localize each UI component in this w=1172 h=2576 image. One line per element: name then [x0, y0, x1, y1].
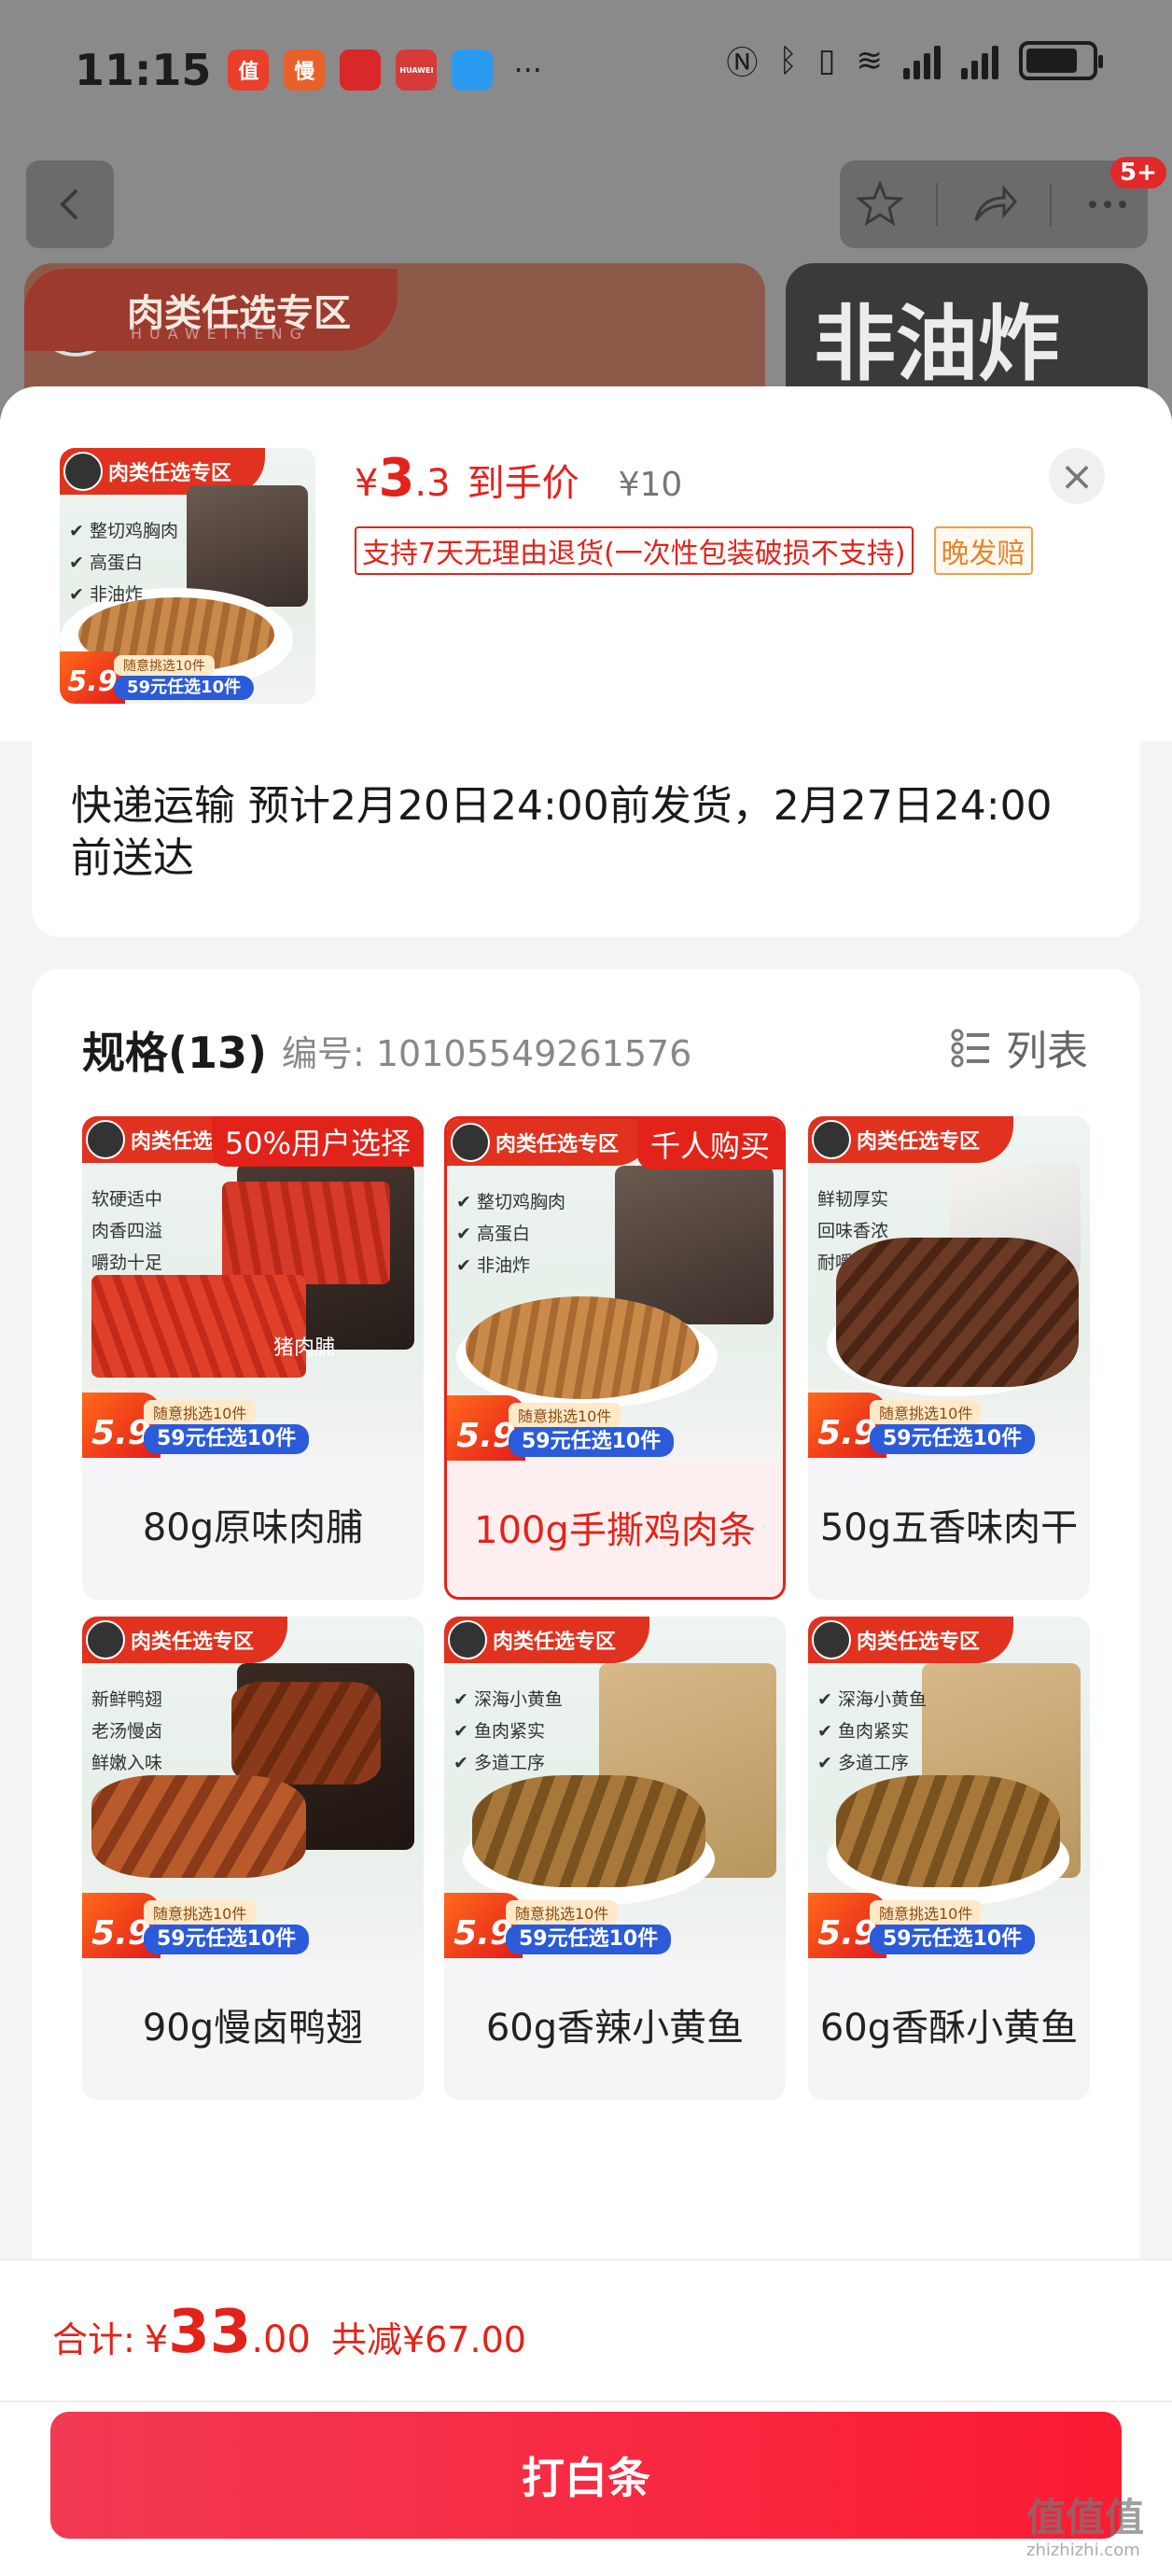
price-dec: .3 [414, 462, 451, 505]
signal-icon [903, 42, 941, 79]
status-bar: 11:15 值 慢 HUAWEI ··· Ⓝ ᛒ ▯ ≋ [0, 0, 1172, 140]
spec-item-tag: 千人购买 [636, 1119, 783, 1169]
spec-title: 规格(13) [82, 1028, 268, 1078]
baitiao-pay-button[interactable]: 打白条 [50, 2412, 1122, 2539]
status-icons: Ⓝ ᛒ ▯ ≋ [726, 37, 1103, 83]
notification-badge: 5+ [1110, 157, 1166, 189]
spec-item-name: 80g原味肉脯 [142, 1506, 364, 1549]
close-button[interactable]: × [1049, 448, 1105, 504]
late-delivery-badge[interactable]: 晚发赔 [933, 526, 1033, 575]
spec-item-image: 肉类任选专区 软硬适中 肉香四溢 嚼劲十足 猪肉脯 5.9 随意挑选10件 59元任选1… [82, 1116, 424, 1458]
list-icon [951, 1029, 989, 1068]
spec-item-name: 60g香辣小黄鱼 [485, 2007, 745, 2050]
star-icon[interactable] [855, 179, 905, 230]
back-button[interactable] [26, 161, 114, 248]
price-label: 到手价 [467, 462, 579, 505]
spec-item-tag: 50%用户选择 [211, 1116, 424, 1167]
thumb-bullets: ✔ 整切鸡胸肉 ✔ 高蛋白 ✔ 非油炸 [69, 521, 178, 605]
app-badge-message [452, 49, 494, 91]
status-more-dots: ··· [513, 52, 542, 88]
vibrate-icon: ▯ [817, 41, 836, 79]
share-icon[interactable] [969, 179, 1019, 230]
spec-item-chicken-strip[interactable]: 肉类任选专区 ✔ 整切鸡胸肉 ✔ 高蛋白 ✔ 非油炸 5.9 随意挑选10件 59元任选… [444, 1116, 786, 1600]
chevron-left-icon [60, 189, 77, 219]
app-badge-huawei: HUAWEI [396, 49, 438, 91]
spec-item-image: 肉类任选专区 ✔ 整切鸡胸肉 ✔ 高蛋白 ✔ 非油炸 5.9 随意挑选10件 59元任选… [447, 1119, 783, 1461]
watermark-logo: 值值值 [1026, 2495, 1145, 2541]
spec-item-name: 50g五香味肉干 [819, 1506, 1079, 1549]
total-symbol: ¥ [144, 2318, 169, 2361]
app-badge-pdd [340, 49, 382, 91]
spec-item-image: 肉类任选专区 ✔ 深海小黄鱼 ✔ 鱼肉紧实 ✔ 多道工序 5.9 随意挑选10件 59元… [444, 1617, 786, 1958]
spec-item-crispy-croaker[interactable]: 肉类任选专区 ✔ 深海小黄鱼 ✔ 鱼肉紧实 ✔ 多道工序 5.9 随意挑选10件 59元… [808, 1617, 1090, 2100]
checkout-footer: 合计: ¥ 33 .00 共减¥67.00 打白条 [0, 2259, 1172, 2576]
return-policy-badge[interactable]: 支持7天无理由退货(一次性包装破损不支持) [355, 526, 914, 575]
spec-item-spicy-croaker[interactable]: 肉类任选专区 ✔ 深海小黄鱼 ✔ 鱼肉紧实 ✔ 多道工序 5.9 随意挑选10件 59元… [444, 1617, 786, 2100]
wifi-icon: ≋ [856, 41, 884, 79]
nav-actions [840, 161, 1148, 248]
spec-item-pork-jerky[interactable]: 肉类任选专区 软硬适中 肉香四溢 嚼劲十足 猪肉脯 5.9 随意挑选10件 59元任选1… [82, 1116, 424, 1600]
delivery-card: 快递运输 预计2月20日24:00前发货，2月27日24:00前送达 [32, 741, 1140, 937]
signal-icon-2 [961, 42, 998, 79]
bluetooth-icon: ᛒ [778, 41, 798, 79]
spec-item-name: 100g手撕鸡肉条 [474, 1509, 756, 1552]
spec-item-beef-jerky[interactable]: 肉类任选专区 鲜韧厚实回味香浓耐嚼弹牙 5.9随意挑选10件59元任选10件 5… [808, 1116, 1090, 1600]
brand-logo [63, 452, 103, 491]
spec-card: 规格(13) 编号: 10105549261576 列表 肉类任选专区 软硬适中… [32, 969, 1140, 2294]
watermark-url: zhizhizhi.com [1026, 2541, 1140, 2560]
total-row: 合计: ¥ 33 .00 共减¥67.00 [52, 2298, 526, 2367]
total-saving: 共减¥67.00 [330, 2319, 526, 2360]
close-icon: × [1059, 452, 1095, 500]
banner-left-sub: HUAWEIHENG [131, 325, 309, 343]
sheet-header: 肉类任选专区 ✔ 整切鸡胸肉 ✔ 高蛋白 ✔ 非油炸 5.9 随意挑选10件 5… [0, 386, 1172, 741]
spec-item-name: 60g香酥小黄鱼 [819, 2007, 1079, 2050]
spec-item-duck-wing[interactable]: 肉类任选专区 新鲜鸭翅 老汤慢卤 鲜嫩入味 5.9 随意挑选10件 59元任选10件 9… [82, 1617, 424, 2100]
header-product-thumbnail[interactable]: 肉类任选专区 ✔ 整切鸡胸肉 ✔ 高蛋白 ✔ 非油炸 5.9 随意挑选10件 5… [60, 448, 315, 704]
app-badge-zhi: 值 [228, 49, 270, 91]
sku-selector-sheet: 肉类任选专区 ✔ 整切鸡胸肉 ✔ 高蛋白 ✔ 非油炸 5.9 随意挑选10件 5… [0, 386, 1172, 2576]
spec-item-image: 肉类任选专区 ✔ 深海小黄鱼 ✔ 鱼肉紧实 ✔ 多道工序 5.9 随意挑选10件 59元… [808, 1617, 1090, 1958]
total-int: 33 [168, 2298, 252, 2367]
app-badge-man: 慢 [284, 49, 326, 91]
original-price: ¥10 [618, 466, 683, 504]
list-label: 列表 [1006, 1028, 1088, 1075]
price-row: ¥ 3 .3 到手价 ¥10 [355, 448, 682, 509]
status-time: 11:15 [75, 45, 212, 95]
price-int: 3 [378, 448, 415, 509]
spec-item-name: 90g慢卤鸭翅 [142, 2007, 364, 2050]
total-dec: .00 [251, 2318, 311, 2361]
list-view-toggle[interactable]: 列表 [950, 1017, 1088, 1077]
battery-icon [1019, 40, 1103, 80]
spec-item-image: 肉类任选专区 鲜韧厚实回味香浓耐嚼弹牙 5.9随意挑选10件59元任选10件 [808, 1116, 1090, 1458]
spec-item-image: 肉类任选专区 新鲜鸭翅 老汤慢卤 鲜嫩入味 5.9 随意挑选10件 59元任选10件 [82, 1617, 424, 1958]
promo-row: 支持7天无理由退货(一次性包装破损不支持) 晚发赔 [355, 526, 1033, 575]
price-symbol: ¥ [355, 462, 379, 505]
delivery-text: 快递运输 预计2月20日24:00前发货，2月27日24:00前送达 [71, 782, 1053, 882]
total-label: 合计: [52, 2319, 135, 2360]
footer-divider [0, 2401, 1172, 2402]
nfc-icon: Ⓝ [726, 45, 759, 82]
spec-code: 编号: 10105549261576 [282, 1033, 692, 1074]
